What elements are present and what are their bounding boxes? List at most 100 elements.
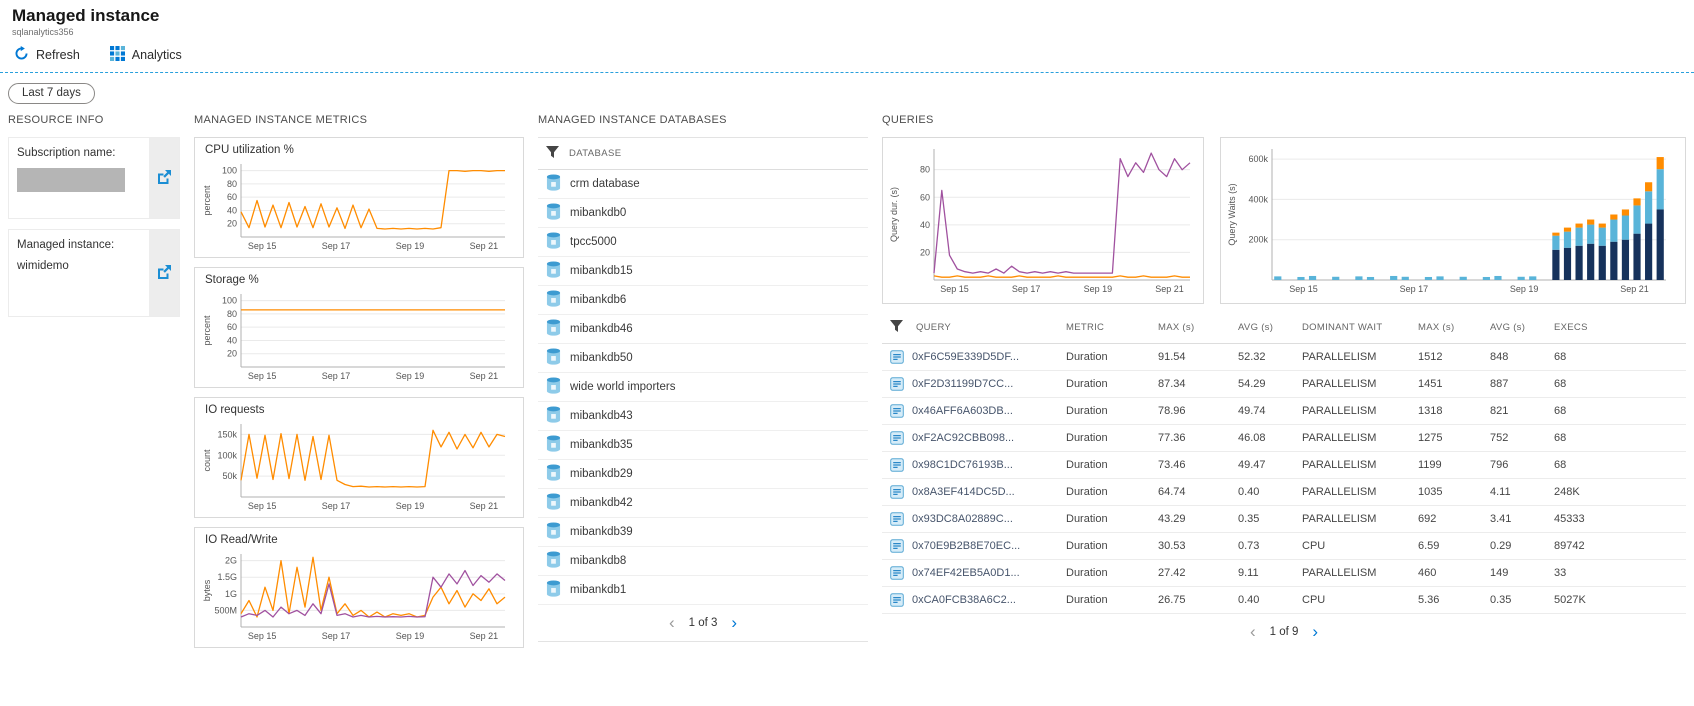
database-name: mibankdb29 (570, 468, 633, 480)
queries-charts: 20 40 60 80 Sep 15 Sep 17 Sep 19 Sep 21 Query du… (882, 137, 1686, 304)
subscription-card: Subscription name: (8, 137, 180, 219)
query-row[interactable]: 0x74EF42EB5A0D1... Duration 27.42 9.11 PARAL… (882, 559, 1686, 587)
queries-table: QUERY METRIC MAX (s) AVG (s) DOMINANT WA… (882, 312, 1686, 614)
svg-text:Sep 17: Sep 17 (1400, 284, 1429, 294)
query-hash: 0x74EF42EB5A0D1... (912, 566, 1020, 579)
database-name: mibankdb1 (570, 584, 627, 596)
query-cell: 91.54 (1154, 343, 1234, 371)
database-row[interactable]: tpcc5000 (538, 228, 868, 257)
database-row[interactable]: mibankdb29 (538, 460, 868, 489)
query-cell: 45333 (1550, 505, 1686, 533)
databases-prev-page-button[interactable]: ‹ (669, 614, 675, 631)
query-cell: 89742 (1550, 532, 1686, 560)
query-cell: 5027K (1550, 586, 1686, 614)
database-row[interactable]: mibankdb6 (538, 286, 868, 315)
database-row[interactable]: mibankdb8 (538, 547, 868, 576)
analytics-icon (109, 46, 125, 64)
analytics-button[interactable]: Analytics (109, 46, 182, 64)
io-requests-chart-title: IO requests (205, 404, 265, 416)
query-row[interactable]: 0xF2AC92CBB098... Duration 77.36 46.08 PARAL… (882, 424, 1686, 452)
io-read-write-chart-card[interactable]: IO Read/Write 500M 1G 1.5G 2G Sep 15 Sep 17 Se… (194, 527, 524, 648)
query-icon (890, 404, 904, 418)
databases-page-indicator: 1 of 3 (688, 616, 718, 629)
database-row[interactable]: mibankdb39 (538, 518, 868, 547)
svg-text:Sep 21: Sep 21 (1620, 284, 1649, 294)
database-name: mibankdb46 (570, 323, 633, 335)
open-external-icon (157, 169, 171, 187)
storage-chart-card[interactable]: Storage % 20 40 60 80 100 Sep 15 Sep 17 Sep 19 S… (194, 267, 524, 388)
query-row[interactable]: 0x8A3EF414DC5D... Duration 64.74 0.40 PARALL… (882, 478, 1686, 506)
svg-text:1G: 1G (225, 589, 237, 599)
databases-next-page-button[interactable]: › (731, 614, 737, 631)
query-row[interactable]: 0x93DC8A02889C... Duration 43.29 0.35 PARALL… (882, 505, 1686, 533)
query-cell: 821 (1486, 397, 1550, 425)
svg-text:count: count (202, 449, 212, 472)
queries-prev-page-button[interactable]: ‹ (1250, 623, 1256, 640)
query-row[interactable]: 0x70E9B2B8E70EC... Duration 30.53 0.73 CPU 6.… (882, 532, 1686, 560)
query-cell: 0.73 (1234, 532, 1298, 560)
time-range-pill[interactable]: Last 7 days (8, 83, 95, 104)
io-read-write-chart-title: IO Read/Write (205, 534, 278, 546)
query-cell: 248K (1550, 478, 1686, 506)
database-row[interactable]: mibankdb15 (538, 257, 868, 286)
query-row[interactable]: 0x98C1DC76193B... Duration 73.46 49.47 PARAL… (882, 451, 1686, 479)
database-row[interactable]: crm database (538, 170, 868, 199)
subscription-open-button[interactable] (149, 138, 179, 218)
query-cell: 68 (1550, 451, 1686, 479)
subscription-value-redacted (17, 168, 125, 192)
io-requests-chart-card[interactable]: IO requests 50k 100k 150k Sep 15 Sep 17 Sep 1… (194, 397, 524, 518)
filter-icon[interactable] (546, 146, 559, 161)
queries-tbody: 0xF6C59E339D5DF... Duration 91.54 52.32 PARA… (882, 343, 1686, 614)
database-icon (546, 290, 561, 310)
database-row[interactable]: mibankdb50 (538, 344, 868, 373)
svg-text:Sep 19: Sep 19 (396, 631, 425, 641)
managed-instance-open-button[interactable] (149, 230, 179, 316)
svg-text:Sep 15: Sep 15 (248, 241, 277, 251)
query-waits-chart-card[interactable]: 200k 400k 600k Sep 15 Sep 17 Sep 19 Sep 21 Quer… (1220, 137, 1686, 304)
query-row[interactable]: 0xF6C59E339D5DF... Duration 91.54 52.32 PARA… (882, 343, 1686, 371)
query-cell: CPU (1298, 532, 1414, 560)
svg-text:Sep 21: Sep 21 (470, 371, 499, 381)
filter-icon[interactable] (890, 320, 906, 335)
queries-pagination: ‹ 1 of 9 › (882, 614, 1686, 650)
query-hash: 0x98C1DC76193B... (912, 458, 1013, 471)
query-row[interactable]: 0x46AFF6A603DB... Duration 78.96 49.74 PARAL… (882, 397, 1686, 425)
queries-page-indicator: 1 of 9 (1269, 625, 1299, 638)
database-row[interactable]: mibankdb1 (538, 576, 868, 605)
queries-next-page-button[interactable]: › (1312, 623, 1318, 640)
resource-info-section: RESOURCE INFO Subscription name: Managed… (8, 114, 180, 327)
database-row[interactable]: mibankdb43 (538, 402, 868, 431)
svg-text:80: 80 (227, 179, 237, 189)
query-row[interactable]: 0xCA0FCB38A6C2... Duration 26.75 0.40 CPU 5.3… (882, 586, 1686, 614)
query-cell: Duration (1062, 397, 1154, 425)
database-row[interactable]: wide world importers (538, 373, 868, 402)
open-external-icon (157, 264, 171, 282)
database-name: mibankdb15 (570, 265, 633, 277)
column-header-metric: METRIC (1062, 312, 1154, 344)
query-cell: 73.46 (1154, 451, 1234, 479)
query-hash: 0xF2AC92CBB098... (912, 431, 1015, 444)
queries-section: QUERIES 20 40 60 80 Sep 15 Sep 17 Sep 19 Sep 21… (882, 114, 1686, 650)
query-row[interactable]: 0xF2D31199D7CC... Duration 87.34 54.29 PARAL… (882, 370, 1686, 398)
svg-text:Sep 17: Sep 17 (322, 371, 351, 381)
svg-text:40: 40 (227, 335, 237, 345)
database-row[interactable]: mibankdb35 (538, 431, 868, 460)
query-duration-chart-card[interactable]: 20 40 60 80 Sep 15 Sep 17 Sep 19 Sep 21 Query du… (882, 137, 1204, 304)
query-cell: Duration (1062, 532, 1154, 560)
database-icon (546, 464, 561, 484)
database-row[interactable]: mibankdb0 (538, 199, 868, 228)
column-header-query: QUERY (882, 312, 1062, 344)
database-row[interactable]: mibankdb46 (538, 315, 868, 344)
databases-table: DATABASE crm database mibankdb0 tpcc5000 mi… (538, 137, 868, 642)
query-cell: PARALLELISM (1298, 424, 1414, 452)
query-cell: 30.53 (1154, 532, 1234, 560)
svg-text:50k: 50k (222, 471, 237, 481)
query-cell: PARALLELISM (1298, 397, 1414, 425)
cpu-chart-card[interactable]: CPU utilization % 20 40 60 80 100 Sep 15 Sep 1… (194, 137, 524, 258)
svg-text:Sep 17: Sep 17 (322, 241, 351, 251)
svg-text:Sep 21: Sep 21 (470, 631, 499, 641)
svg-text:100: 100 (222, 296, 237, 306)
refresh-button[interactable]: Refresh (14, 46, 80, 64)
database-row[interactable]: mibankdb42 (538, 489, 868, 518)
column-header-avg-duration: AVG (s) (1234, 312, 1298, 344)
